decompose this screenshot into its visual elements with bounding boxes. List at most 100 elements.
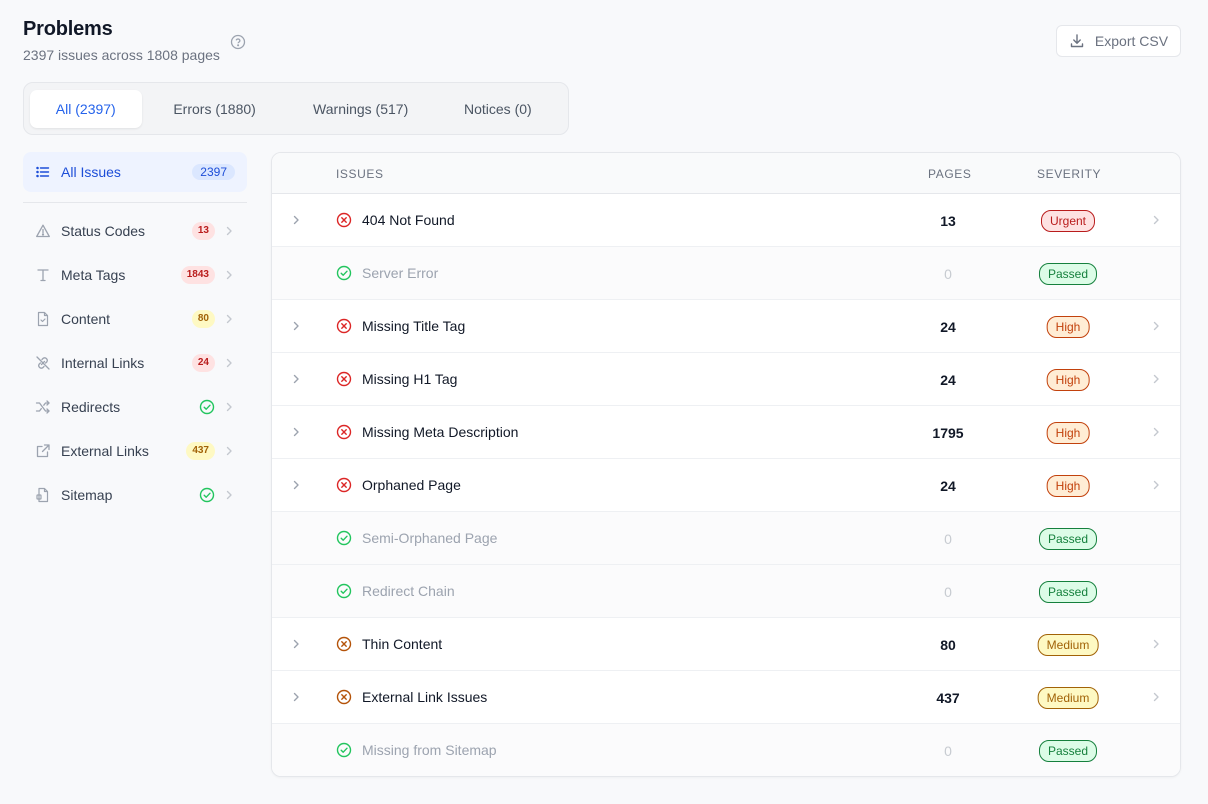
x-circle-icon xyxy=(336,477,352,493)
x-circle-icon xyxy=(336,318,352,334)
expand-chevron-icon[interactable] xyxy=(290,426,302,438)
sitemap-file-icon xyxy=(35,487,51,503)
sidebar-item-label: External Links xyxy=(61,443,149,459)
issue-name: Missing H1 Tag xyxy=(362,371,458,387)
table-row[interactable]: Thin Content 80 Medium xyxy=(272,618,1180,671)
sidebar-item-internal-links[interactable]: Internal Links 24 xyxy=(23,341,247,385)
table-row[interactable]: Orphaned Page 24 High xyxy=(272,459,1180,512)
issue-name: Missing from Sitemap xyxy=(362,742,497,758)
chevron-right-icon xyxy=(223,445,235,457)
page-count: 0 xyxy=(944,584,952,600)
severity-badge: Passed xyxy=(1038,528,1098,550)
severity-badge: High xyxy=(1046,316,1090,338)
tab-all[interactable]: All (2397) xyxy=(30,89,142,128)
table-body: 404 Not Found 13 Urgent Server Error 0 Passed… xyxy=(272,194,1180,776)
severity-badge: Urgent xyxy=(1040,210,1096,232)
tab-notices[interactable]: Notices (0) xyxy=(434,90,562,128)
sidebar-item-content[interactable]: Content 80 xyxy=(23,297,247,341)
page-count: 1795 xyxy=(932,425,964,441)
chevron-right-icon xyxy=(223,401,235,413)
page-header: Problems 2397 issues across 1808 pages xyxy=(23,18,220,63)
issue-name: External Link Issues xyxy=(362,689,488,705)
sidebar-item-label: Content xyxy=(61,311,111,327)
table-row[interactable]: 404 Not Found 13 Urgent xyxy=(272,194,1180,247)
check-circle-icon xyxy=(336,742,352,758)
chevron-right-icon[interactable] xyxy=(1150,426,1162,438)
table-row[interactable]: Missing Meta Description 1795 High xyxy=(272,406,1180,459)
severity-badge: Passed xyxy=(1038,581,1098,603)
download-icon xyxy=(1070,34,1084,48)
table-row[interactable]: Missing Title Tag 24 High xyxy=(272,300,1180,353)
severity-badge: Medium xyxy=(1037,687,1099,709)
count-badge: 13 xyxy=(191,222,215,240)
x-circle-icon xyxy=(336,689,352,705)
severity-badge: High xyxy=(1046,369,1090,391)
expand-chevron-icon[interactable] xyxy=(290,479,302,491)
issue-name: Redirect Chain xyxy=(362,583,455,599)
page-title: Problems xyxy=(23,18,113,40)
chevron-right-icon xyxy=(223,269,235,281)
chevron-right-icon xyxy=(223,489,235,501)
column-header-issues: ISSUES xyxy=(336,167,384,181)
column-header-severity: SEVERITY xyxy=(1037,167,1102,181)
expand-chevron-icon[interactable] xyxy=(290,691,302,703)
check-circle-icon xyxy=(336,583,352,599)
sidebar-item-redirects[interactable]: Redirects xyxy=(23,385,247,429)
chevron-right-icon[interactable] xyxy=(1150,691,1162,703)
sidebar-item-label: Internal Links xyxy=(61,355,145,371)
sidebar-item-meta-tags[interactable]: Meta Tags 1843 xyxy=(23,253,247,297)
issue-name: Orphaned Page xyxy=(362,477,461,493)
expand-chevron-icon[interactable] xyxy=(290,638,302,650)
expand-chevron-icon[interactable] xyxy=(290,320,302,332)
page-count: 24 xyxy=(940,319,956,335)
check-circle-icon xyxy=(199,399,215,415)
page-count: 13 xyxy=(940,213,956,229)
page-subtitle: 2397 issues across 1808 pages xyxy=(23,47,220,63)
export-csv-label: Export CSV xyxy=(1094,33,1169,49)
sidebar-item-external-links[interactable]: External Links 437 xyxy=(23,429,247,473)
table-row: Semi-Orphaned Page 0 Passed xyxy=(272,512,1180,565)
count-badge: 2397 xyxy=(192,164,235,180)
tab-warnings[interactable]: Warnings (517) xyxy=(288,90,434,128)
divider xyxy=(23,202,247,203)
external-link-icon xyxy=(35,443,51,459)
issue-name: Missing Meta Description xyxy=(362,424,519,440)
export-csv-button[interactable]: Export CSV xyxy=(1056,25,1181,57)
chevron-right-icon[interactable] xyxy=(1150,320,1162,332)
sidebar-item-label: Redirects xyxy=(61,399,121,415)
expand-chevron-icon[interactable] xyxy=(290,373,302,385)
severity-badge: Medium xyxy=(1037,634,1099,656)
x-circle-icon xyxy=(336,212,352,228)
x-circle-icon xyxy=(336,371,352,387)
chevron-right-icon xyxy=(223,225,235,237)
text-t-icon xyxy=(35,267,51,283)
chevron-right-icon[interactable] xyxy=(1150,479,1162,491)
issue-name: Server Error xyxy=(362,265,439,281)
table-row: Server Error 0 Passed xyxy=(272,247,1180,300)
severity-badge: Passed xyxy=(1038,740,1098,762)
expand-chevron-icon[interactable] xyxy=(290,214,302,226)
sidebar-item-all-issues[interactable]: All Issues 2397 xyxy=(23,152,247,192)
sidebar-item-sitemap[interactable]: Sitemap xyxy=(23,473,247,517)
table-row[interactable]: Missing H1 Tag 24 High xyxy=(272,353,1180,406)
chevron-right-icon[interactable] xyxy=(1150,638,1162,650)
page-count: 24 xyxy=(940,372,956,388)
tab-errors[interactable]: Errors (1880) xyxy=(142,90,288,128)
page-count: 80 xyxy=(940,637,956,653)
chevron-right-icon[interactable] xyxy=(1150,214,1162,226)
help-circle-icon[interactable] xyxy=(230,34,246,50)
page-count: 0 xyxy=(944,266,952,282)
check-circle-icon xyxy=(199,487,215,503)
count-badge: 24 xyxy=(191,354,215,372)
issue-name: Thin Content xyxy=(362,636,443,652)
table-row[interactable]: External Link Issues 437 Medium xyxy=(272,671,1180,724)
sidebar-item-label: Meta Tags xyxy=(61,267,126,283)
count-badge: 80 xyxy=(191,310,215,328)
warning-triangle-icon xyxy=(35,223,51,239)
column-header-pages: PAGES xyxy=(928,167,972,181)
x-circle-icon xyxy=(336,636,352,652)
category-list: Status Codes 13 Meta Tags 1843 Content 80 Inte… xyxy=(23,209,247,517)
issue-name: Semi-Orphaned Page xyxy=(362,530,498,546)
sidebar-item-status-codes[interactable]: Status Codes 13 xyxy=(23,209,247,253)
chevron-right-icon[interactable] xyxy=(1150,373,1162,385)
